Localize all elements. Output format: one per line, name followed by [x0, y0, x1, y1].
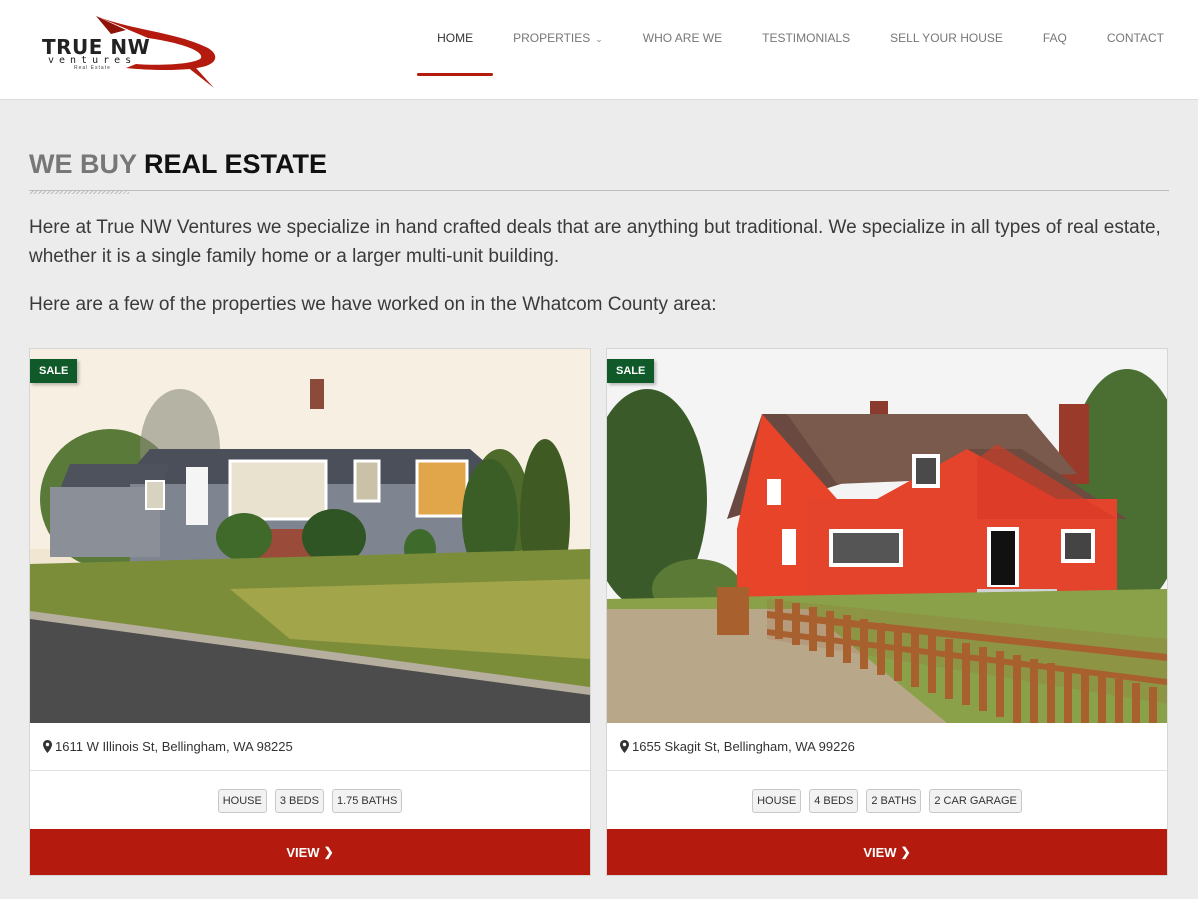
nav-properties-label: PROPERTIES: [513, 31, 591, 45]
property-photo[interactable]: SALE: [30, 349, 590, 723]
main-nav: HOME PROPERTIES ⌄ WHO ARE WE TESTIMONIALS…: [417, 0, 1198, 100]
view-button-label: VIEW: [286, 844, 320, 860]
nav-sell-your-house[interactable]: SELL YOUR HOUSE: [870, 0, 1023, 76]
nav-contact-label: CONTACT: [1106, 31, 1164, 45]
nav-who-are-we[interactable]: WHO ARE WE: [623, 0, 742, 76]
property-list: SALE 1611 W Illinois St, Bellingham, WA …: [29, 348, 1168, 876]
property-address-text: 1611 W Illinois St, Bellingham, WA 98225: [55, 739, 293, 754]
view-button-label: VIEW: [863, 844, 897, 860]
property-tag-beds: 3 BEDS: [274, 788, 324, 813]
page-title-bold: REAL ESTATE: [144, 149, 328, 179]
nav-contact[interactable]: CONTACT: [1087, 0, 1198, 76]
nav-home-label: HOME: [437, 31, 474, 45]
gray-house-image: [30, 349, 590, 723]
main-content: WE BUY REAL ESTATE Here at True NW Ventu…: [29, 100, 1169, 319]
chevron-right-icon: ❯: [323, 845, 334, 859]
view-property-button[interactable]: VIEW ❯: [607, 829, 1167, 875]
heading-underline-accent: [29, 190, 129, 194]
intro-text: Here at True NW Ventures we specialize i…: [29, 217, 1161, 267]
brand-logo[interactable]: TRUE NW ventures Real Estate: [36, 10, 222, 90]
page-title-light: WE BUY: [29, 149, 137, 179]
property-tag-beds: 4 BEDS: [809, 788, 859, 813]
red-house-image: [607, 349, 1167, 723]
section-heading: WE BUY REAL ESTATE: [29, 147, 1169, 194]
property-tags: HOUSE 3 BEDS 1.75 BATHS: [30, 772, 590, 829]
nav-faq-label: FAQ: [1042, 31, 1067, 45]
chevron-right-icon: ❯: [900, 845, 911, 859]
nav-testimonials[interactable]: TESTIMONIALS: [742, 0, 870, 76]
nav-faq[interactable]: FAQ: [1023, 0, 1087, 76]
nav-properties[interactable]: PROPERTIES ⌄: [493, 0, 623, 76]
property-photo[interactable]: SALE: [607, 349, 1167, 723]
nav-home[interactable]: HOME: [417, 0, 494, 76]
sale-badge: SALE: [30, 359, 78, 383]
nav-testimonials-label: TESTIMONIALS: [762, 31, 851, 45]
sale-badge: SALE: [607, 359, 655, 383]
page-title: WE BUY REAL ESTATE: [29, 147, 1169, 181]
map-marker-icon: [620, 740, 629, 753]
property-address: 1655 Skagit St, Bellingham, WA 99226: [607, 723, 1167, 771]
brand-tagline: Real Estate: [74, 65, 111, 71]
site-header: TRUE NW ventures Real Estate HOME PROPER…: [0, 0, 1198, 100]
map-marker-icon: [43, 740, 52, 753]
view-property-button[interactable]: VIEW ❯: [30, 829, 590, 875]
property-tag-baths: 1.75 BATHS: [331, 788, 403, 813]
nav-who-are-we-label: WHO ARE WE: [642, 31, 723, 45]
property-tag-type: HOUSE: [752, 788, 802, 813]
property-card: SALE 1611 W Illinois St, Bellingham, WA …: [29, 348, 591, 876]
property-address: 1611 W Illinois St, Bellingham, WA 98225: [30, 723, 590, 771]
property-tags: HOUSE 4 BEDS 2 BATHS 2 CAR GARAGE: [607, 772, 1167, 829]
property-address-text: 1655 Skagit St, Bellingham, WA 99226: [632, 739, 855, 754]
property-tag-garage: 2 CAR GARAGE: [929, 788, 1022, 813]
property-tag-baths: 2 BATHS: [866, 788, 922, 813]
property-card: SALE 1655 Skagit St, Bellingham, WA 9922…: [606, 348, 1168, 876]
property-tag-type: HOUSE: [217, 788, 267, 813]
nav-sell-your-house-label: SELL YOUR HOUSE: [890, 31, 1003, 45]
chevron-down-icon: ⌄: [595, 34, 603, 44]
properties-intro-text: Here are a few of the properties we have…: [29, 294, 717, 315]
